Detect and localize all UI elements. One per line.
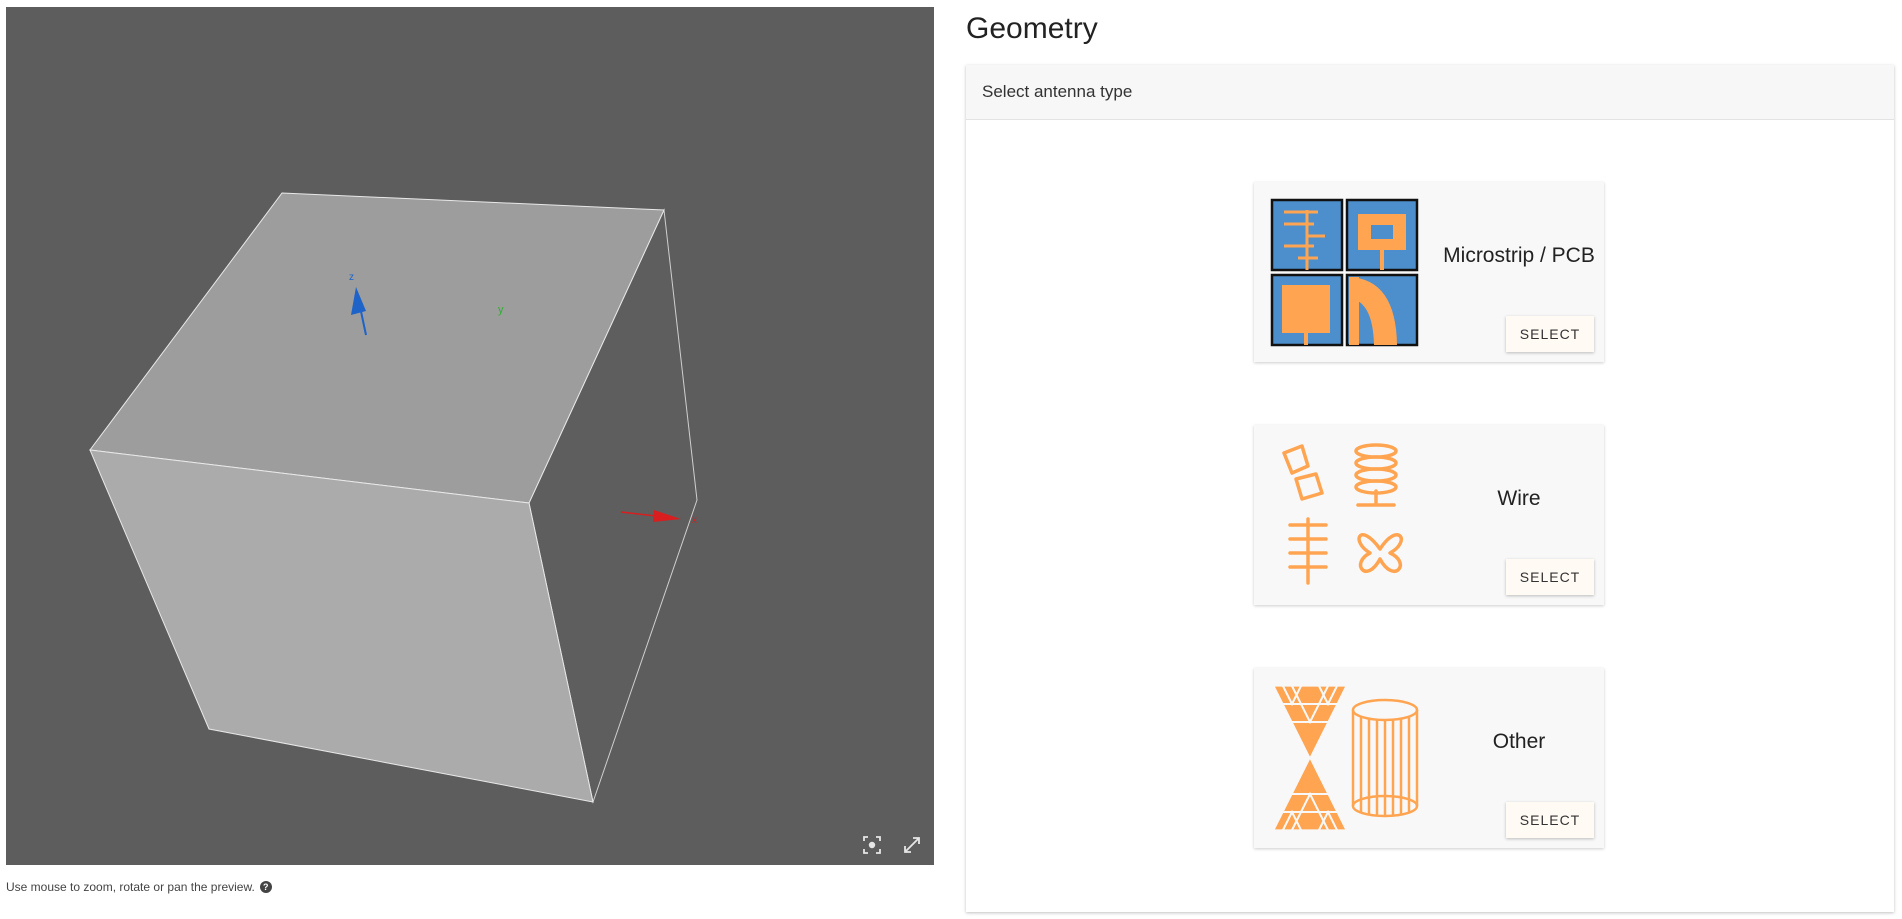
question-circle-icon[interactable]: ?: [259, 881, 272, 893]
x-axis-label: x: [692, 515, 697, 526]
antenna-card-label: Other: [1492, 730, 1546, 753]
viewer-hint-text: Use mouse to zoom, rotate or pan the pre…: [6, 880, 255, 894]
panel-header: Select antenna type: [966, 65, 1894, 120]
antenna-card-microstrip[interactable]: Microstrip / PCB SELECT: [1254, 182, 1604, 362]
select-wire-button[interactable]: SELECT: [1506, 559, 1594, 595]
microstrip-pcb-icon: [1270, 198, 1419, 347]
antenna-type-panel: Select antenna type Microstrip / PCB SEL…: [966, 65, 1894, 912]
select-other-button[interactable]: SELECT: [1506, 802, 1594, 838]
cube-scene: z y x: [89, 192, 698, 804]
panel-header-text: Select antenna type: [982, 82, 1133, 101]
antenna-card-label: Wire: [1497, 487, 1541, 510]
viewer-hint: Use mouse to zoom, rotate or pan the pre…: [6, 880, 272, 894]
antenna-card-label: Microstrip / PCB: [1443, 244, 1595, 267]
fractal-cylinder-icon: [1273, 685, 1419, 831]
antenna-card-other[interactable]: Other SELECT: [1254, 668, 1604, 848]
y-axis-label: y: [498, 304, 504, 316]
page-title: Geometry: [966, 12, 1098, 45]
antenna-card-wire[interactable]: Wire SELECT: [1254, 425, 1604, 605]
3d-preview-viewport[interactable]: z y x: [6, 7, 934, 865]
wire-antennas-icon: [1282, 443, 1403, 585]
select-microstrip-button[interactable]: SELECT: [1506, 316, 1594, 352]
focus-target-icon[interactable]: [859, 832, 885, 858]
z-axis-label: z: [349, 272, 354, 283]
cube-front-face: [89, 449, 594, 803]
expand-arrows-icon[interactable]: [899, 832, 925, 858]
